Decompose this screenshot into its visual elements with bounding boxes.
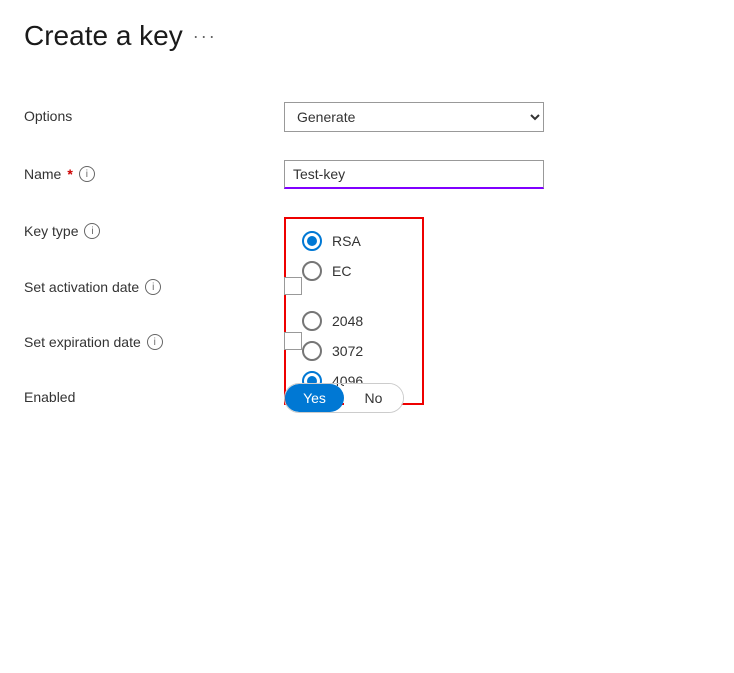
- enabled-row: Enabled Yes No: [24, 369, 710, 427]
- activation-info-icon[interactable]: i: [145, 279, 161, 295]
- activation-date-label: Set activation date i: [24, 273, 284, 295]
- expiration-date-control: [284, 328, 710, 355]
- options-select[interactable]: Generate: [284, 102, 544, 132]
- radio-rsa-indicator: [302, 231, 322, 251]
- expiration-date-label: Set expiration date i: [24, 328, 284, 350]
- create-key-form: Options Generate Name * i Key type i: [24, 88, 710, 427]
- more-options-icon[interactable]: ···: [193, 26, 217, 47]
- enabled-toggle[interactable]: Yes No: [284, 383, 404, 413]
- key-type-label: Key type i: [24, 217, 284, 239]
- activation-date-row: Set activation date i: [24, 259, 710, 314]
- expiration-date-row: Set expiration date i: [24, 314, 710, 369]
- name-info-icon[interactable]: i: [79, 166, 95, 182]
- options-label: Options: [24, 102, 284, 124]
- expiration-date-checkbox[interactable]: [284, 332, 302, 350]
- activation-date-control: [284, 273, 710, 300]
- key-type-info-icon[interactable]: i: [84, 223, 100, 239]
- options-row: Options Generate: [24, 88, 710, 146]
- name-input[interactable]: [284, 160, 544, 189]
- name-row: Name * i: [24, 146, 710, 203]
- expiration-info-icon[interactable]: i: [147, 334, 163, 350]
- enabled-label: Enabled: [24, 383, 284, 405]
- required-indicator: *: [67, 166, 72, 182]
- page-title: Create a key: [24, 20, 183, 52]
- name-label: Name * i: [24, 160, 284, 182]
- radio-rsa-label[interactable]: RSA: [332, 233, 361, 249]
- radio-item-rsa[interactable]: RSA: [302, 231, 406, 251]
- enabled-control: Yes No: [284, 383, 710, 413]
- name-control: [284, 160, 710, 189]
- enabled-yes-option[interactable]: Yes: [285, 384, 344, 412]
- activation-date-checkbox[interactable]: [284, 277, 302, 295]
- enabled-no-option[interactable]: No: [344, 384, 403, 412]
- options-control: Generate: [284, 102, 710, 132]
